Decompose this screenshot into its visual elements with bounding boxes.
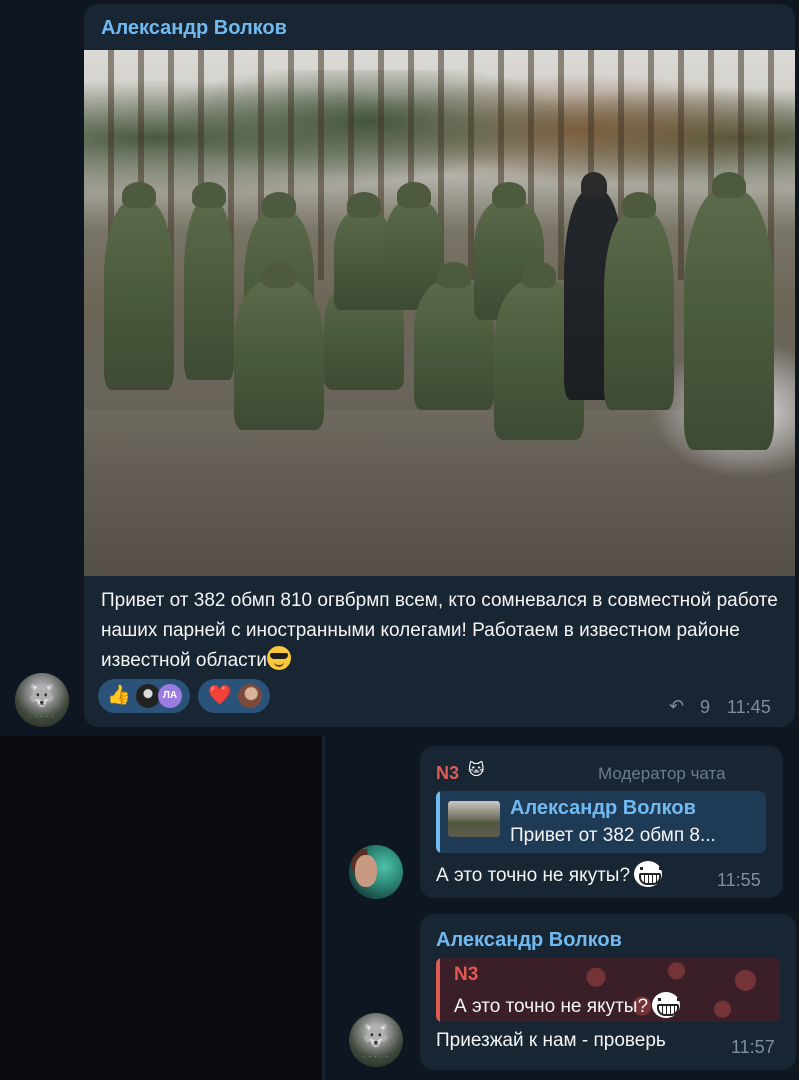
photo-soldier	[234, 262, 324, 430]
thumbs-up-icon: 👍	[107, 685, 131, 706]
sender-avatar-n3[interactable]	[349, 845, 403, 899]
caption-text: Привет от 382 обмп 810 огвбрмп всем, кто…	[101, 590, 778, 671]
avatar-ring-decoration: · · · · ·	[29, 714, 55, 720]
message-text-content: А это точно не якуты?	[436, 865, 631, 886]
reply-thumbnail	[448, 801, 500, 837]
reply-text: А это точно не якуты?	[454, 992, 681, 1018]
moderator-badge: Модератор чата	[598, 764, 726, 783]
photo-soldier	[604, 192, 674, 410]
message-time: 11:55	[717, 870, 761, 890]
sender-name[interactable]: Александр Волков	[101, 17, 287, 40]
reply-text: Привет от 382 обмп 8...	[510, 825, 716, 846]
reply-sender-name: N3	[454, 964, 479, 985]
grinning-face-emoji	[652, 992, 681, 1018]
photo-soldier	[684, 172, 774, 450]
avatar-ring-decoration: · · · · ·	[363, 1054, 389, 1060]
reaction-heart[interactable]: ❤️	[198, 679, 270, 713]
reply-bar	[436, 791, 440, 853]
reaction-user-avatar	[136, 684, 160, 708]
sender-avatar-volkov[interactable]: 🐺 · · · · ·	[349, 1013, 403, 1067]
reply-bar	[436, 958, 440, 1022]
chat-side-panel	[0, 736, 322, 1080]
sender-name[interactable]: Александр Волков	[436, 929, 622, 952]
photo-soldier	[184, 182, 234, 380]
sender-name[interactable]: N3	[436, 763, 459, 784]
reply-preview[interactable]: Александр Волков Привет от 382 обмп 8...	[436, 791, 766, 853]
reaction-user-avatar	[238, 684, 262, 708]
message-text: А это точно не якуты?	[436, 861, 663, 887]
forward-count: 9	[700, 697, 711, 717]
avatar-face	[355, 855, 377, 887]
message-caption: Привет от 382 обмп 810 огвбрмп всем, кто…	[101, 586, 781, 676]
cat-emoji-status-icon: 🐱	[468, 762, 485, 779]
reaction-user-avatar-initials: ЛА	[158, 684, 182, 708]
reaction-thumbs-up[interactable]: 👍 ЛА	[98, 679, 190, 713]
photo-soldier	[104, 182, 174, 390]
message-time: 11:57	[731, 1037, 775, 1057]
sender-avatar-volkov[interactable]: 🐺 · · · · ·	[15, 673, 69, 727]
sunglasses-face-emoji	[267, 646, 291, 670]
heart-icon: ❤️	[208, 685, 232, 706]
message-text: Приезжай к нам - проверь	[436, 1030, 666, 1051]
reply-sender-name: Александр Волков	[510, 797, 696, 819]
reply-text-content: А это точно не якуты?	[454, 996, 649, 1017]
grinning-face-emoji	[634, 861, 663, 887]
forward-arrow-icon[interactable]: ↶	[669, 696, 684, 717]
wolf-icon: 🐺	[362, 1022, 390, 1048]
panel-divider	[322, 736, 325, 1080]
reply-preview[interactable]: N3 А это точно не якуты?	[436, 958, 780, 1022]
wolf-icon: 🐺	[28, 682, 56, 708]
message-photo[interactable]	[84, 50, 795, 576]
message-time: 11:45	[727, 697, 771, 717]
